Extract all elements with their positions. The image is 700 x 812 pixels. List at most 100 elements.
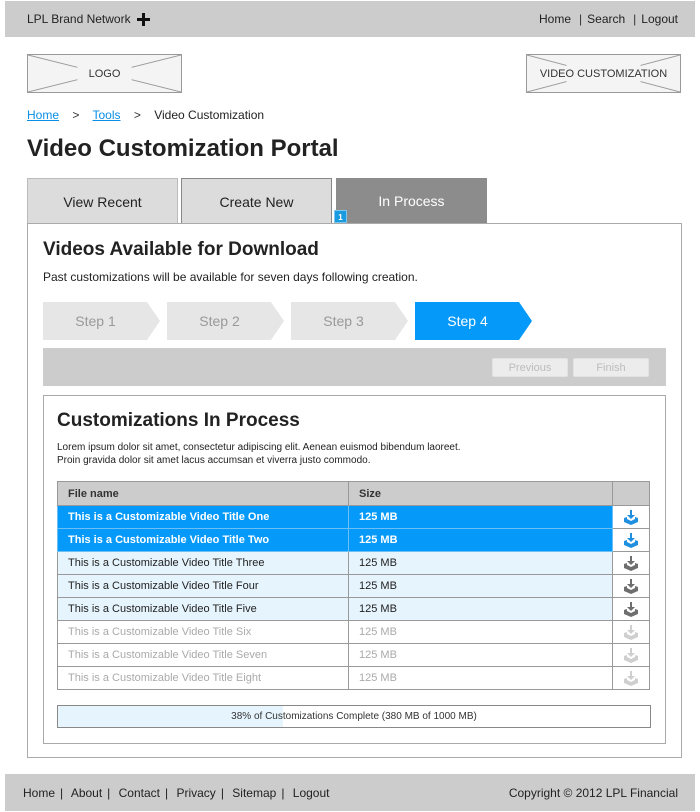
step-1[interactable]: Step 1 xyxy=(43,302,160,340)
progress-bar: 38% of Customizations Complete (380 MB o… xyxy=(57,705,651,728)
column-header-file-name[interactable]: File name xyxy=(57,481,349,506)
tab-label: View Recent xyxy=(63,193,142,210)
step-label: Step 2 xyxy=(199,313,240,329)
download-cell[interactable] xyxy=(612,528,650,552)
breadcrumb-current: Video Customization xyxy=(154,108,265,122)
top-nav-home[interactable]: Home xyxy=(539,12,571,26)
plus-icon[interactable] xyxy=(136,12,150,26)
column-header-size[interactable]: Size xyxy=(348,481,613,506)
file-size-cell: 125 MB xyxy=(348,505,613,529)
divider: | xyxy=(60,786,64,800)
file-name-cell[interactable]: This is a Customizable Video Title Three xyxy=(57,551,349,575)
download-cell[interactable] xyxy=(612,574,650,598)
divider: | xyxy=(165,786,169,800)
step-label: Step 3 xyxy=(323,313,364,329)
file-size-cell: 125 MB xyxy=(348,666,613,690)
table-row[interactable]: This is a Customizable Video Title Seven… xyxy=(57,643,650,667)
download-cell[interactable] xyxy=(612,551,650,575)
step-2[interactable]: Step 2 xyxy=(167,302,284,340)
step-label: Step 1 xyxy=(75,313,116,329)
logo-label: LOGO xyxy=(88,67,121,80)
breadcrumb-separator: > xyxy=(133,108,141,122)
step-4[interactable]: Step 4 xyxy=(415,302,532,340)
file-name-cell[interactable]: This is a Customizable Video Title Eight xyxy=(57,666,349,690)
file-name-cell[interactable]: This is a Customizable Video Title Two xyxy=(57,528,349,552)
download-cell[interactable] xyxy=(612,505,650,529)
divider: | xyxy=(220,786,224,800)
column-header-actions xyxy=(612,481,650,506)
tab-view-recent[interactable]: View Recent xyxy=(27,178,178,224)
table-row[interactable]: This is a Customizable Video Title Five 1… xyxy=(57,597,650,621)
breadcrumb-separator: > xyxy=(72,108,80,122)
file-name-cell[interactable]: This is a Customizable Video Title Five xyxy=(57,597,349,621)
files-table: File name Size This is a Customizable Vi… xyxy=(57,481,650,690)
download-cell xyxy=(612,620,650,644)
footer-link-sitemap[interactable]: Sitemap xyxy=(232,786,276,800)
panel-subtitle: Past customizations will be available fo… xyxy=(43,270,418,284)
file-size-cell: 125 MB xyxy=(348,620,613,644)
top-nav-search[interactable]: Search xyxy=(587,12,625,26)
download-icon[interactable] xyxy=(622,532,640,549)
progress-label: 38% of Customizations Complete (380 MB o… xyxy=(231,711,477,722)
file-name-cell[interactable]: This is a Customizable Video Title One xyxy=(57,505,349,529)
footer-nav: Home | About | Contact | Privacy | Sitemap | … xyxy=(23,786,329,800)
table-header-row: File name Size xyxy=(57,481,650,506)
table-row[interactable]: This is a Customizable Video Title Six 12… xyxy=(57,620,650,644)
action-bar: Previous Finish xyxy=(43,348,666,386)
tab-in-process[interactable]: In Process xyxy=(336,178,487,224)
download-icon[interactable] xyxy=(622,555,640,572)
breadcrumb-tools[interactable]: Tools xyxy=(93,108,121,122)
top-nav: Home | Search | Logout xyxy=(539,12,678,26)
brand-name: LPL Brand Network xyxy=(27,12,131,26)
section-banner: VIDEO CUSTOMIZATION xyxy=(526,54,681,93)
download-icon[interactable] xyxy=(622,601,640,618)
logo[interactable]: LOGO xyxy=(27,54,182,93)
file-name-cell[interactable]: This is a Customizable Video Title Six xyxy=(57,620,349,644)
divider: | xyxy=(633,12,637,26)
tab-label: Create New xyxy=(219,193,294,210)
footer-link-contact[interactable]: Contact xyxy=(119,786,160,800)
table-row[interactable]: This is a Customizable Video Title Two 12… xyxy=(57,528,650,552)
download-icon xyxy=(624,624,638,640)
footer-link-logout[interactable]: Logout xyxy=(293,786,330,800)
description-line: Lorem ipsum dolor sit amet, consectetur … xyxy=(57,442,461,453)
divider: | xyxy=(579,12,583,26)
file-size-cell: 125 MB xyxy=(348,597,613,621)
step-3[interactable]: Step 3 xyxy=(291,302,408,340)
notification-badge: 1 xyxy=(334,210,347,223)
breadcrumb-home[interactable]: Home xyxy=(27,108,59,122)
top-nav-logout[interactable]: Logout xyxy=(641,12,678,26)
section-title: Customizations In Process xyxy=(57,410,300,431)
brand[interactable]: LPL Brand Network xyxy=(27,12,150,26)
copyright: Copyright © 2012 LPL Financial xyxy=(508,786,678,800)
tab-create-new[interactable]: Create New xyxy=(181,178,332,224)
page-title: Video Customization Portal xyxy=(27,135,339,162)
download-icon[interactable] xyxy=(622,509,640,526)
table-row[interactable]: This is a Customizable Video Title One 12… xyxy=(57,505,650,529)
section-banner-label: VIDEO CUSTOMIZATION xyxy=(539,67,668,80)
footer: Home | About | Contact | Privacy | Sitemap | … xyxy=(5,774,695,811)
previous-button[interactable]: Previous xyxy=(492,358,568,377)
footer-link-about[interactable]: About xyxy=(71,786,102,800)
top-bar: LPL Brand Network Home | Search | Logout xyxy=(5,1,695,37)
download-cell[interactable] xyxy=(612,597,650,621)
download-cell xyxy=(612,666,650,690)
download-cell xyxy=(612,643,650,667)
table-row[interactable]: This is a Customizable Video Title Three… xyxy=(57,551,650,575)
step-wizard: Step 1 Step 2 Step 3 Step 4 xyxy=(43,302,663,340)
file-size-cell: 125 MB xyxy=(348,643,613,667)
divider: | xyxy=(107,786,111,800)
download-icon xyxy=(624,670,638,686)
section-description: Lorem ipsum dolor sit amet, consectetur … xyxy=(57,441,461,467)
table-row[interactable]: This is a Customizable Video Title Eight… xyxy=(57,666,650,690)
footer-link-home[interactable]: Home xyxy=(23,786,55,800)
description-line: Proin gravida dolor sit amet lacus accum… xyxy=(57,455,371,466)
download-icon[interactable] xyxy=(622,578,640,595)
table-row[interactable]: This is a Customizable Video Title Four 1… xyxy=(57,574,650,598)
file-name-cell[interactable]: This is a Customizable Video Title Seven xyxy=(57,643,349,667)
finish-button[interactable]: Finish xyxy=(573,358,649,377)
file-size-cell: 125 MB xyxy=(348,551,613,575)
file-name-cell[interactable]: This is a Customizable Video Title Four xyxy=(57,574,349,598)
panel-title: Videos Available for Download xyxy=(43,239,319,260)
footer-link-privacy[interactable]: Privacy xyxy=(176,786,215,800)
